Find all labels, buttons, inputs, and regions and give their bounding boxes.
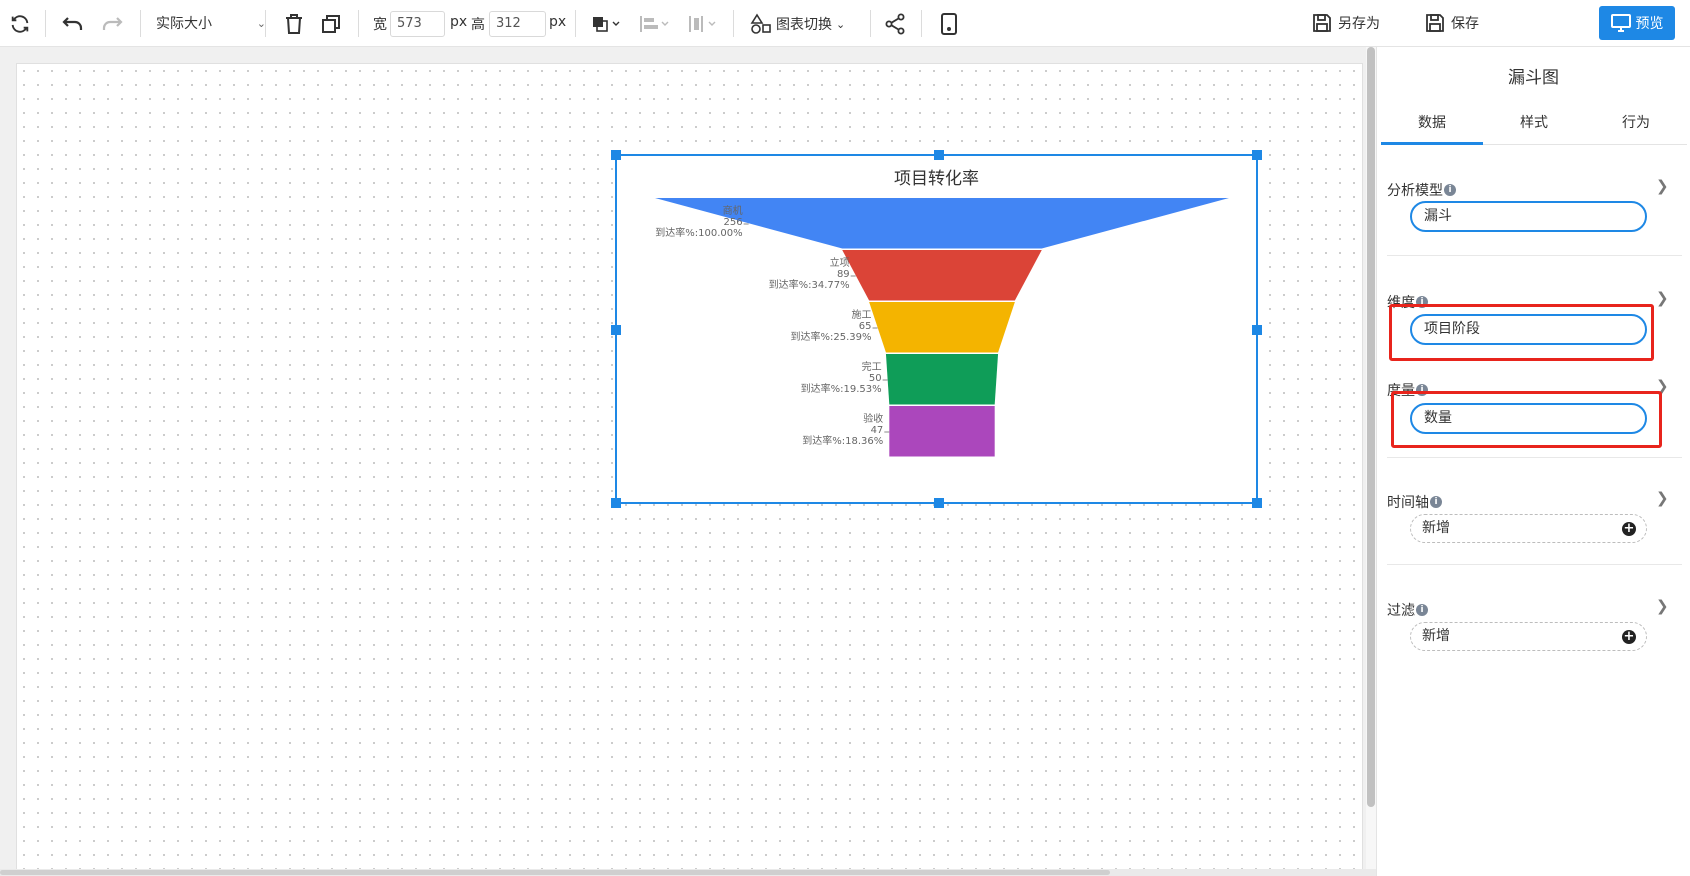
tab-style[interactable]: 样式	[1483, 103, 1585, 145]
plus-circle-icon[interactable]: +	[1622, 522, 1636, 536]
scrollbar-thumb[interactable]	[0, 870, 1110, 875]
share-icon[interactable]	[881, 10, 909, 38]
height-unit: px	[549, 14, 567, 30]
dimension-field[interactable]: 项目阶段	[1410, 314, 1647, 345]
funnel-rate-label: 到达率%:18.36%	[802, 434, 883, 447]
tab-behavior[interactable]: 行为	[1585, 103, 1687, 145]
chart-switch-label: 图表切换	[776, 17, 832, 33]
preview-button[interactable]: 预览	[1599, 6, 1675, 40]
toolbar-divider	[870, 10, 871, 37]
chevron-down-icon: ⌄	[836, 17, 846, 31]
section-divider	[1387, 564, 1682, 565]
horizontal-scrollbar[interactable]	[0, 869, 1376, 876]
info-icon[interactable]: i	[1430, 496, 1442, 508]
width-input[interactable]: 573	[390, 11, 445, 37]
toolbar-divider	[265, 10, 266, 37]
funnel-chart-widget[interactable]: 项目转化率 商机 256 到达率%:100.00% 立项 89 到达率%:34.77% 施工…	[611, 150, 1262, 508]
tab-data[interactable]: 数据	[1381, 103, 1483, 145]
save-as-icon	[1312, 13, 1332, 33]
filter-section-label: 过滤 i	[1387, 600, 1428, 620]
funnel-value-label: 65	[859, 321, 872, 332]
chevron-right-icon[interactable]: ❯	[1656, 489, 1669, 507]
toolbar-divider	[733, 10, 734, 37]
funnel-category-label: 验收	[863, 412, 883, 425]
preview-label: 预览	[1635, 16, 1664, 32]
width-label: 宽	[373, 17, 387, 33]
toolbar-divider	[575, 10, 576, 37]
properties-panel: 漏斗图 数据 样式 行为 分析模型 i ❯ 漏斗 维度 i ❯ 项目阶段 度量 i ❯…	[1376, 47, 1690, 876]
funnel-category-label: 立项	[830, 256, 850, 269]
chevron-right-icon[interactable]: ❯	[1656, 289, 1669, 307]
save-as-button[interactable]: 另存为	[1312, 8, 1380, 38]
toolbar-divider	[140, 10, 141, 37]
width-unit: px	[450, 14, 468, 30]
toolbar-divider	[358, 10, 359, 37]
model-label: 分析模型	[1387, 183, 1443, 199]
info-icon[interactable]: i	[1444, 184, 1456, 196]
toolbar: 实际大小 ⌄ 宽 573 px 高 312 px 图表切换 ⌄ 另存为 保存 预…	[0, 0, 1690, 47]
height-input[interactable]: 312	[489, 11, 546, 37]
funnel-value-label: 47	[871, 425, 884, 436]
timeline-section-label: 时间轴 i	[1387, 492, 1442, 512]
section-divider	[1387, 255, 1682, 256]
monitor-icon	[1610, 14, 1631, 32]
funnel-category-label: 商机	[723, 204, 743, 217]
funnel-rate-label: 到达率%:34.77%	[769, 278, 850, 291]
funnel-chart: 商机256到达率%:100.00%立项89到达率%:34.77%施工65到达率%…	[655, 198, 1229, 457]
timeline-label: 时间轴	[1387, 495, 1429, 511]
vertical-scrollbar[interactable]	[1366, 47, 1376, 876]
plus-circle-icon[interactable]: +	[1622, 630, 1636, 644]
panel-tabs: 数据 样式 行为	[1381, 103, 1687, 145]
timeline-add-field[interactable]: 新增 +	[1410, 514, 1647, 543]
funnel-rate-label: 到达率%:19.53%	[801, 382, 882, 395]
align-icon[interactable]	[636, 10, 674, 38]
panel-title: 漏斗图	[1508, 68, 1559, 88]
height-label: 高	[471, 17, 485, 33]
timeline-add-label: 新增	[1422, 520, 1450, 536]
funnel-segment[interactable]	[869, 302, 1015, 353]
save-as-label: 另存为	[1338, 16, 1380, 32]
redo-icon[interactable]	[97, 10, 127, 38]
measure-field[interactable]: 数量	[1410, 403, 1647, 434]
zoom-select-value: 实际大小	[156, 16, 212, 32]
save-label: 保存	[1451, 16, 1479, 32]
section-divider	[1387, 457, 1682, 458]
chevron-right-icon[interactable]: ❯	[1656, 177, 1669, 195]
filter-add-label: 新增	[1422, 628, 1450, 644]
distribute-icon[interactable]	[684, 10, 722, 38]
delete-icon[interactable]	[280, 10, 308, 38]
funnel-rate-label: 到达率%:25.39%	[791, 330, 872, 343]
model-field[interactable]: 漏斗	[1410, 201, 1647, 232]
funnel-value-label: 89	[837, 269, 850, 280]
zoom-select[interactable]: 实际大小 ⌄	[156, 11, 268, 37]
toolbar-divider	[45, 10, 46, 37]
refresh-icon[interactable]	[6, 10, 34, 38]
copy-icon[interactable]	[317, 10, 345, 38]
info-icon[interactable]: i	[1416, 604, 1428, 616]
funnel-category-label: 完工	[862, 360, 882, 373]
undo-icon[interactable]	[58, 10, 88, 38]
funnel-value-label: 50	[869, 373, 882, 384]
scrollbar-thumb[interactable]	[1367, 47, 1375, 807]
funnel-segment[interactable]	[842, 250, 1042, 301]
mobile-icon[interactable]	[935, 10, 963, 38]
funnel-segment[interactable]	[885, 354, 999, 405]
funnel-category-label: 施工	[852, 308, 872, 321]
toolbar-divider	[921, 10, 922, 37]
filter-add-field[interactable]: 新增 +	[1410, 622, 1647, 651]
filter-label: 过滤	[1387, 603, 1415, 619]
save-button[interactable]: 保存	[1425, 8, 1479, 38]
funnel-rate-label: 到达率%:100.00%	[655, 226, 742, 239]
funnel-value-label: 256	[724, 217, 743, 228]
chart-switch-button[interactable]: 图表切换 ⌄	[750, 10, 860, 38]
funnel-segment[interactable]	[889, 406, 995, 457]
layer-order-icon[interactable]	[588, 10, 626, 38]
chart-switch-icon	[750, 13, 771, 34]
save-icon	[1425, 13, 1445, 33]
chevron-right-icon[interactable]: ❯	[1656, 597, 1669, 615]
model-section-label: 分析模型 i	[1387, 180, 1456, 200]
